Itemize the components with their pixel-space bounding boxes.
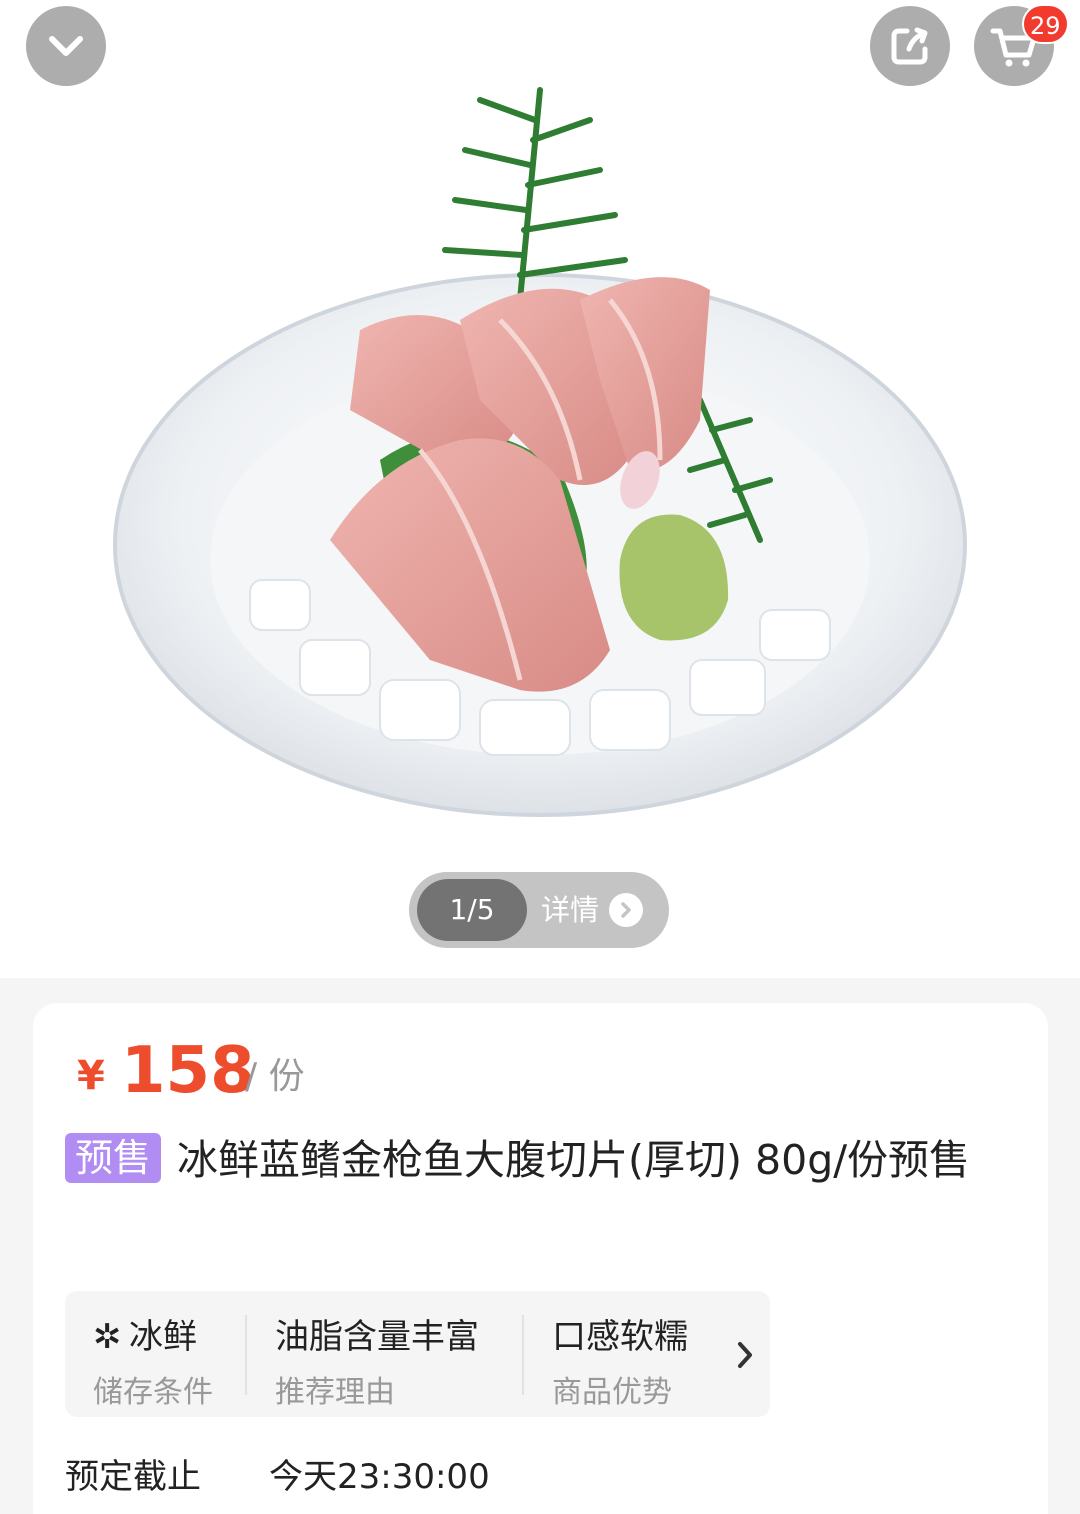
collapse-button[interactable]: [26, 6, 106, 86]
product-gallery[interactable]: 29 1/5 详情: [0, 0, 1080, 978]
chevron-right-icon: [609, 893, 643, 927]
detail-link[interactable]: 详情: [541, 872, 599, 948]
chevron-down-icon: [49, 36, 83, 56]
attribute-reason-label: 推荐理由: [275, 1375, 395, 1410]
product-image: [113, 87, 967, 817]
gallery-pager[interactable]: 1/5 详情: [409, 872, 669, 948]
attribute-advantage-label: 商品优势: [552, 1375, 672, 1410]
attribute-advantage-value: 口感软糯: [552, 1317, 688, 1357]
snowflake-icon: ✲: [93, 1317, 122, 1357]
attribute-reason-value: 油脂含量丰富: [275, 1317, 479, 1357]
product-info-card: ¥ 158 / 份 预售 冰鲜蓝鳍金枪鱼大腹切片(厚切) 80g/份预售 ✲ 冰鲜 …: [33, 1003, 1048, 1514]
attribute-storage-value: ✲ 冰鲜: [93, 1317, 197, 1357]
product-attributes[interactable]: ✲ 冰鲜 储存条件 油脂含量丰富 推荐理由 口感软糯 商品优势: [65, 1291, 770, 1417]
cart-count-badge: 29: [1022, 4, 1069, 44]
share-button[interactable]: [870, 6, 950, 86]
deadline-value: 今天23:30:00: [269, 1457, 490, 1497]
price-unit: / 份: [245, 1056, 305, 1097]
page-indicator: 1/5: [417, 879, 527, 941]
product-title: 预售 冰鲜蓝鳍金枪鱼大腹切片(厚切) 80g/份预售: [65, 1131, 1015, 1189]
attribute-divider: [245, 1315, 247, 1395]
product-title-text: 冰鲜蓝鳍金枪鱼大腹切片(厚切) 80g/份预售: [177, 1136, 971, 1184]
attribute-storage-label: 储存条件: [93, 1375, 213, 1410]
chevron-right-icon[interactable]: [731, 1335, 759, 1375]
presale-tag: 预售: [65, 1133, 162, 1183]
product-detail-page: 29 1/5 详情 ¥ 158 / 份 预售 冰鲜蓝鳍金枪鱼大腹切片(厚切) 80…: [0, 0, 1080, 1514]
attribute-divider: [522, 1315, 524, 1395]
deadline-label: 预定截止: [65, 1457, 201, 1497]
price-value: 158: [121, 1034, 255, 1108]
share-icon: [891, 27, 928, 65]
currency-symbol: ¥: [77, 1053, 105, 1099]
